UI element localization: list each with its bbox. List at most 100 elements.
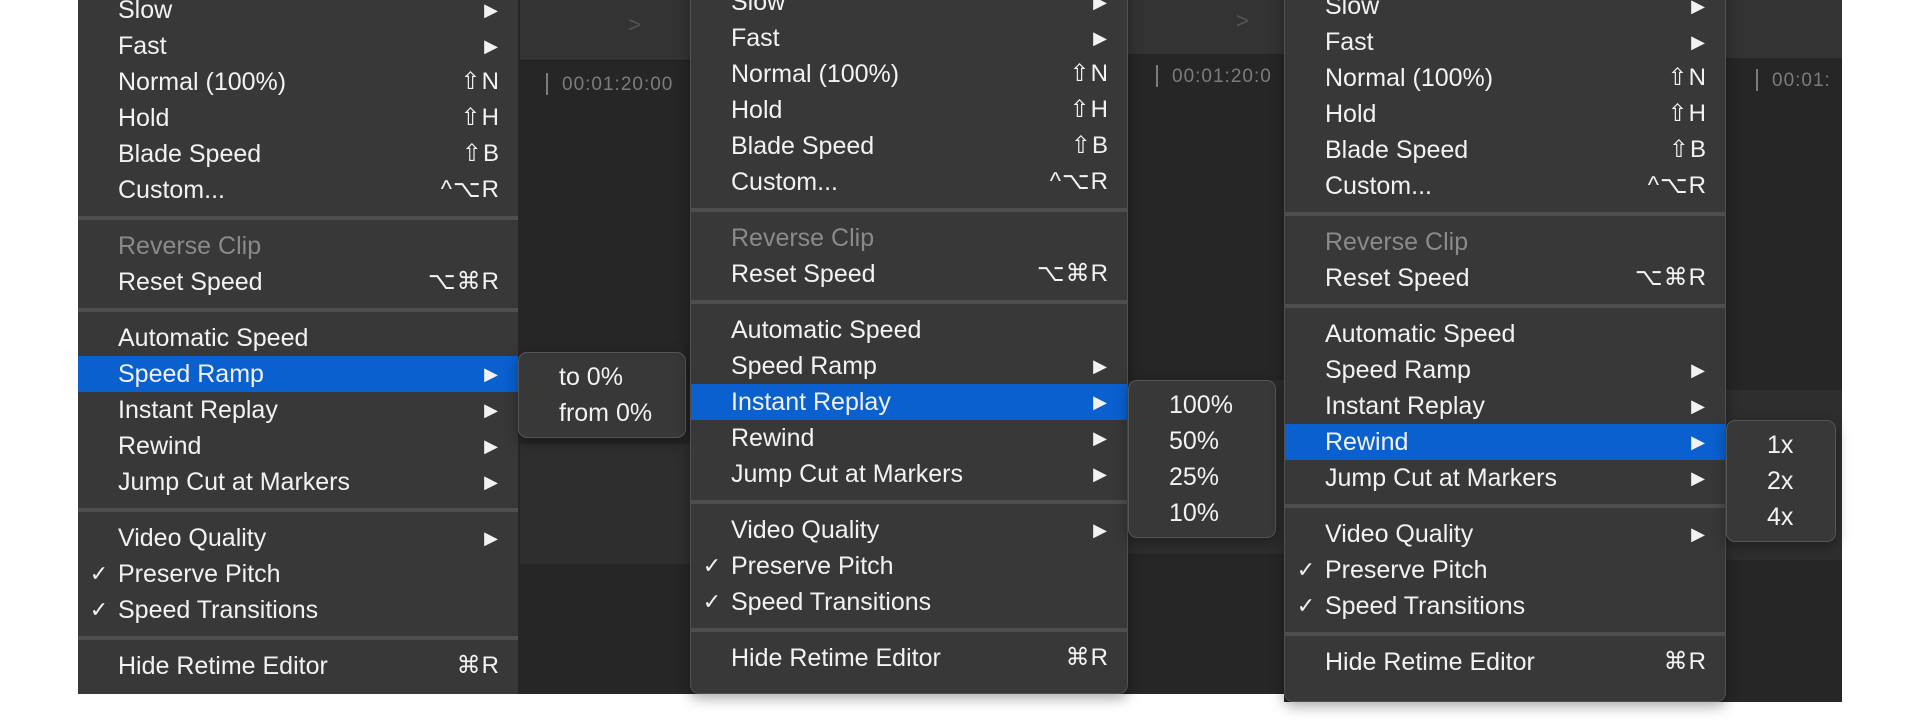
menu-item-speed-transitions[interactable]: ✓ Speed Transitions	[1285, 588, 1725, 624]
submenu-arrow-icon: ▶	[1691, 468, 1705, 488]
menu-item-custom[interactable]: Custom... ^⌥R	[78, 172, 518, 208]
menu-item-label: Automatic Speed	[118, 324, 309, 352]
menu-item-preserve-pitch[interactable]: ✓ Preserve Pitch	[1285, 552, 1725, 588]
menu-item-label: Fast	[1325, 28, 1374, 56]
menu-item-rewind[interactable]: Rewind ▶	[78, 428, 518, 464]
menu-item-hold[interactable]: Hold ⇧H	[78, 100, 518, 136]
menu-item-normal-100[interactable]: Normal (100%) ⇧N	[78, 64, 518, 100]
menu-separator	[691, 208, 1127, 212]
menu-item-rewind[interactable]: Rewind ▶	[1285, 424, 1725, 460]
menu-item-label: Normal (100%)	[731, 60, 900, 88]
menu-item-label: Hold	[731, 96, 783, 124]
submenu-item-10[interactable]: 10%	[1129, 495, 1275, 531]
menu-item-label: Slow	[118, 0, 173, 24]
menu-separator	[691, 500, 1127, 504]
menu-item-slow[interactable]: Slow ▶	[691, 0, 1127, 20]
menu-item-speed-ramp[interactable]: Speed Ramp ▶	[1285, 352, 1725, 388]
submenu-arrow-icon: ▶	[1691, 396, 1705, 416]
menu-item-label: Blade Speed	[731, 132, 875, 160]
submenu-item-from-0[interactable]: from 0%	[519, 395, 685, 431]
menu-item-reset-speed[interactable]: Reset Speed ⌥⌘R	[691, 256, 1127, 292]
menu-item-instant-replay[interactable]: Instant Replay ▶	[78, 392, 518, 428]
menu-item-label: Instant Replay	[118, 396, 278, 424]
menu-item-reset-speed[interactable]: Reset Speed ⌥⌘R	[1285, 260, 1725, 296]
submenu-item-4x[interactable]: 4x	[1727, 499, 1835, 535]
checkmark-icon: ✓	[702, 553, 722, 578]
submenu-item-2x[interactable]: 2x	[1727, 463, 1835, 499]
menu-item-custom[interactable]: Custom... ^⌥R	[1285, 168, 1725, 204]
submenu-arrow-icon: ▶	[484, 36, 498, 56]
chevron-right-icon: >	[1236, 8, 1249, 33]
menu-item-instant-replay[interactable]: Instant Replay ▶	[691, 384, 1127, 420]
menu-item-fast[interactable]: Fast ▶	[78, 28, 518, 64]
menu-item-hold[interactable]: Hold ⇧H	[691, 92, 1127, 128]
keyboard-shortcut: ^⌥R	[1049, 168, 1109, 195]
menu-item-jump-cut-at-markers[interactable]: Jump Cut at Markers ▶	[691, 456, 1127, 492]
menu-item-blade-speed[interactable]: Blade Speed ⇧B	[1285, 132, 1725, 168]
menu-item-fast[interactable]: Fast ▶	[691, 20, 1127, 56]
menu-item-label: Reverse Clip	[118, 232, 262, 260]
menu-item-label: Reset Speed	[118, 268, 263, 296]
menu-item-hide-retime-editor[interactable]: Hide Retime Editor ⌘R	[691, 640, 1127, 676]
submenu-arrow-icon: ▶	[484, 0, 498, 20]
menu-item-label: Jump Cut at Markers	[1325, 464, 1558, 492]
menu-item-slow[interactable]: Slow ▶	[1285, 0, 1725, 24]
menu-item-blade-speed[interactable]: Blade Speed ⇧B	[691, 128, 1127, 164]
menu-item-label: Custom...	[731, 168, 838, 196]
submenu-arrow-icon: ▶	[1691, 32, 1705, 52]
timeline-toolbar-1	[520, 0, 694, 60]
menu-item-label: Preserve Pitch	[118, 560, 281, 588]
menu-item-normal-100[interactable]: Normal (100%) ⇧N	[1285, 60, 1725, 96]
menu-separator	[78, 308, 518, 312]
menu-item-rewind[interactable]: Rewind ▶	[691, 420, 1127, 456]
menu-item-video-quality[interactable]: Video Quality ▶	[1285, 516, 1725, 552]
menu-item-video-quality[interactable]: Video Quality ▶	[78, 520, 518, 556]
menu-item-custom[interactable]: Custom... ^⌥R	[691, 164, 1127, 200]
keyboard-shortcut: ⌥⌘R	[428, 268, 500, 295]
menu-item-label: Normal (100%)	[1325, 64, 1494, 92]
menu-item-hide-retime-editor[interactable]: Hide Retime Editor ⌘R	[78, 648, 518, 684]
menu-item-reset-speed[interactable]: Reset Speed ⌥⌘R	[78, 264, 518, 300]
checkmark-icon: ✓	[702, 589, 722, 614]
menu-item-automatic-speed[interactable]: Automatic Speed	[78, 320, 518, 356]
menu-item-slow[interactable]: Slow ▶	[78, 0, 518, 28]
menu-item-label: Slow	[731, 0, 786, 16]
submenu-arrow-icon: ▶	[1691, 432, 1705, 452]
menu-item-video-quality[interactable]: Video Quality ▶	[691, 512, 1127, 548]
menu-item-label: Hide Retime Editor	[1325, 648, 1535, 676]
menu-item-label: Reset Speed	[731, 260, 876, 288]
menu-separator	[1285, 212, 1725, 216]
submenu-item-50[interactable]: 50%	[1129, 423, 1275, 459]
submenu-arrow-icon: ▶	[1093, 428, 1107, 448]
keyboard-shortcut: ^⌥R	[440, 176, 500, 203]
menu-item-preserve-pitch[interactable]: ✓ Preserve Pitch	[691, 548, 1127, 584]
menu-item-speed-transitions[interactable]: ✓ Speed Transitions	[691, 584, 1127, 620]
menu-item-speed-ramp[interactable]: Speed Ramp ▶	[78, 356, 518, 392]
menu-item-blade-speed[interactable]: Blade Speed ⇧B	[78, 136, 518, 172]
menu-item-hold[interactable]: Hold ⇧H	[1285, 96, 1725, 132]
menu-item-automatic-speed[interactable]: Automatic Speed	[1285, 316, 1725, 352]
menu-item-label: Video Quality	[1325, 520, 1474, 548]
menu-item-jump-cut-at-markers[interactable]: Jump Cut at Markers ▶	[1285, 460, 1725, 496]
retime-menu-1: Slow ▶ Fast ▶ Normal (100%) ⇧N Hold ⇧H Blade Spe…	[78, 0, 518, 694]
menu-item-preserve-pitch[interactable]: ✓ Preserve Pitch	[78, 556, 518, 592]
menu-item-speed-ramp[interactable]: Speed Ramp ▶	[691, 348, 1127, 384]
speed-ramp-submenu: to 0% from 0%	[518, 352, 686, 438]
submenu-arrow-icon: ▶	[484, 436, 498, 456]
retime-menu-2: Slow ▶ Fast ▶ Normal (100%) ⇧N Hold ⇧H Blade Spe…	[690, 0, 1128, 694]
menu-item-speed-transitions[interactable]: ✓ Speed Transitions	[78, 592, 518, 628]
submenu-item-100[interactable]: 100%	[1129, 387, 1275, 423]
submenu-arrow-icon: ▶	[1691, 360, 1705, 380]
menu-item-jump-cut-at-markers[interactable]: Jump Cut at Markers ▶	[78, 464, 518, 500]
submenu-item-25[interactable]: 25%	[1129, 459, 1275, 495]
menu-item-normal-100[interactable]: Normal (100%) ⇧N	[691, 56, 1127, 92]
submenu-arrow-icon: ▶	[484, 364, 498, 384]
submenu-item-to-0[interactable]: to 0%	[519, 359, 685, 395]
menu-item-label: Jump Cut at Markers	[731, 460, 964, 488]
menu-item-instant-replay[interactable]: Instant Replay ▶	[1285, 388, 1725, 424]
timeline-timecode-2: 00:01:20:0	[1156, 65, 1272, 88]
menu-item-fast[interactable]: Fast ▶	[1285, 24, 1725, 60]
submenu-item-1x[interactable]: 1x	[1727, 427, 1835, 463]
menu-item-hide-retime-editor[interactable]: Hide Retime Editor ⌘R	[1285, 644, 1725, 680]
menu-item-automatic-speed[interactable]: Automatic Speed	[691, 312, 1127, 348]
